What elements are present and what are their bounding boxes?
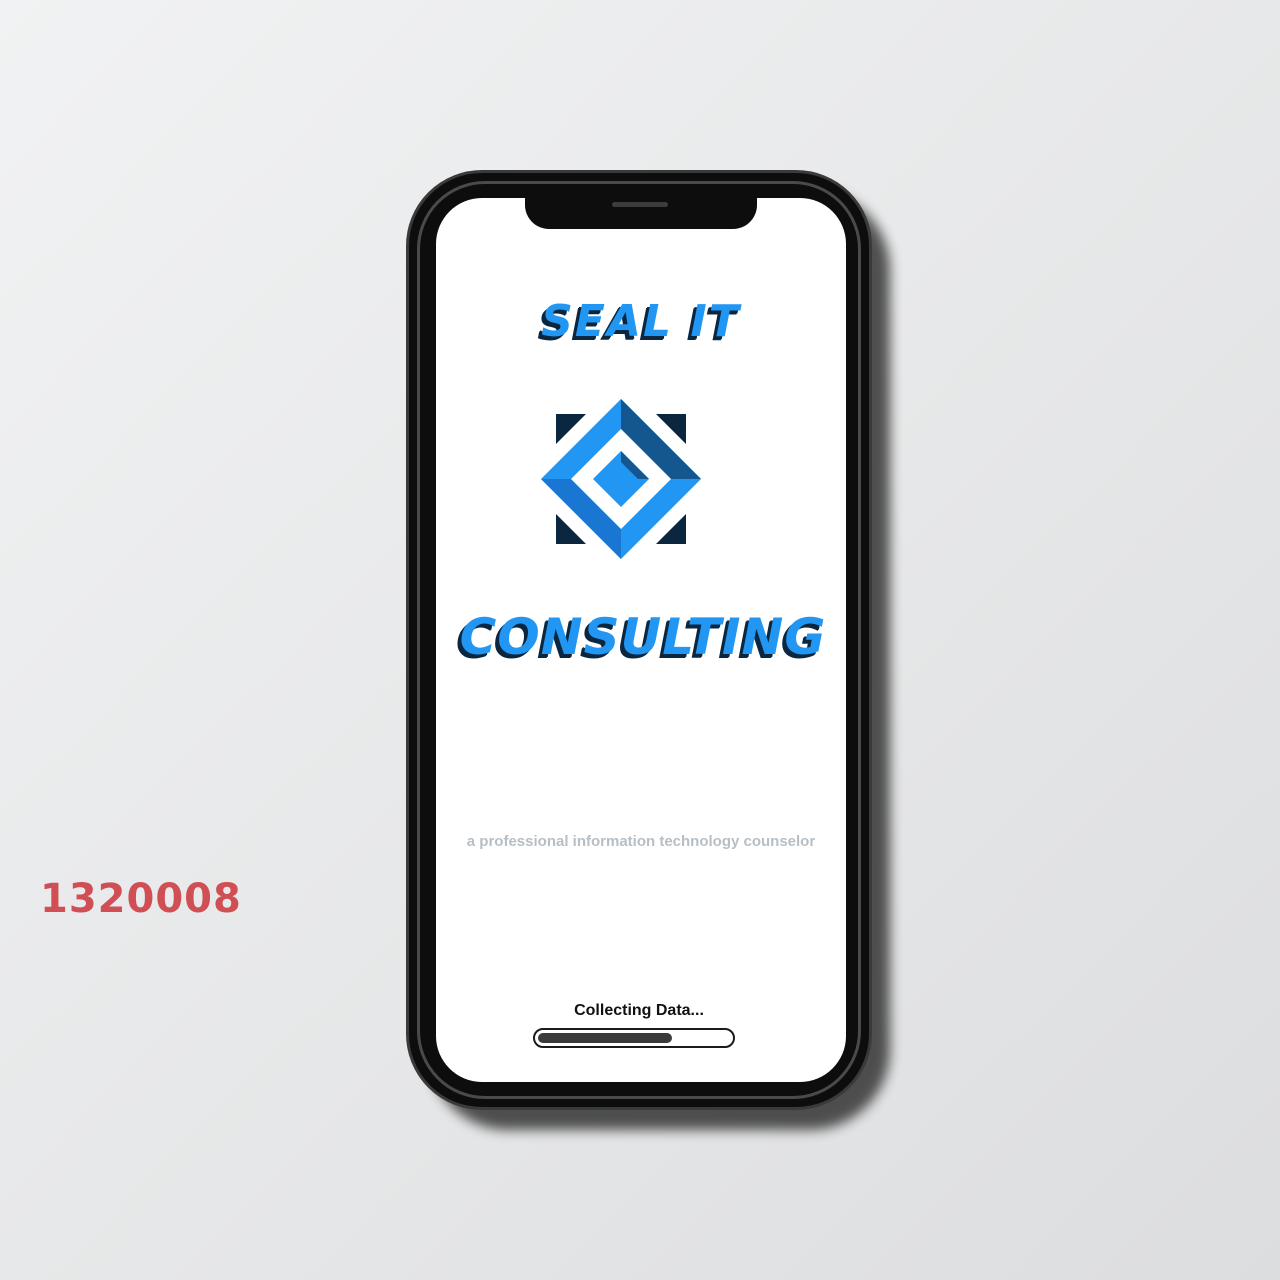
- loading-progress-bar: [533, 1028, 735, 1048]
- loading-status-text: Collecting Data...: [574, 1002, 704, 1019]
- tagline-text: a professional information technology co…: [466, 833, 816, 850]
- phone-notch: [525, 198, 757, 229]
- overlay-id-label: 1320008: [40, 876, 242, 922]
- brand-subtitle: CONSULTING: [459, 608, 827, 666]
- app-screen: SEAL IT CONSULTING a professional inform…: [436, 198, 846, 1082]
- progress-fill: [538, 1033, 672, 1043]
- diamond-logo-icon: [541, 399, 701, 559]
- speaker-grille: [612, 202, 668, 207]
- brand-title: SEAL IT: [541, 296, 741, 347]
